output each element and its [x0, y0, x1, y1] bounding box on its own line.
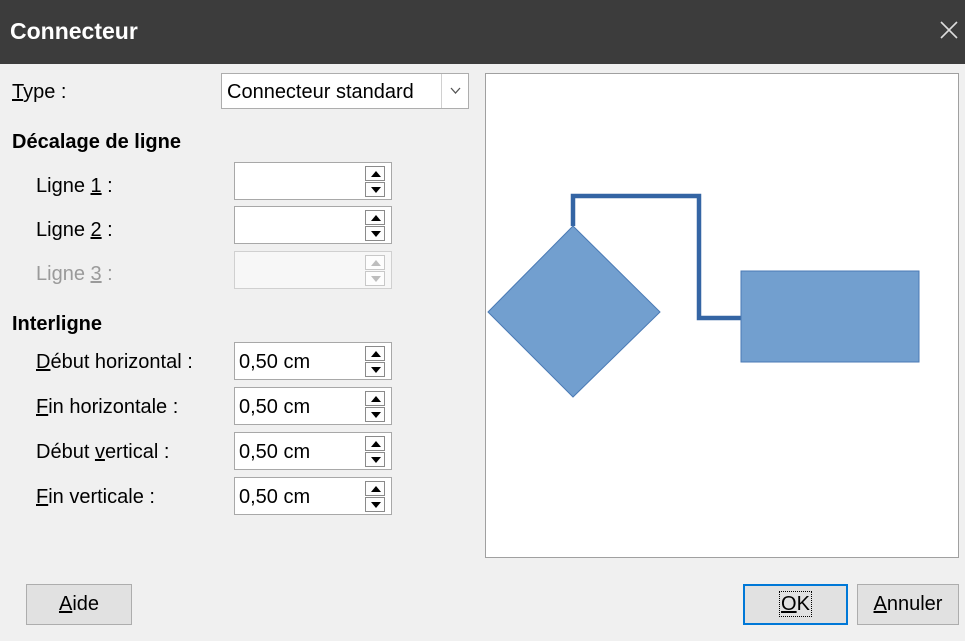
begin-horizontal-label: Début horizontal :: [36, 351, 193, 373]
preview-canvas: [487, 193, 920, 398]
line1-label: Ligne 1 :: [36, 175, 113, 197]
spin-down-icon[interactable]: [365, 182, 385, 197]
spin-down-icon: [365, 271, 385, 286]
spin-up-icon[interactable]: [365, 481, 385, 496]
end-horizontal-label: Fin horizontale :: [36, 396, 179, 418]
begin-vertical-label: Début vertical :: [36, 441, 170, 463]
spin-up-icon[interactable]: [365, 166, 385, 181]
title-bar: Connecteur: [0, 0, 965, 64]
ok-button[interactable]: OK: [743, 584, 848, 625]
line2-label: Ligne 2 :: [36, 219, 113, 241]
line3-label: Ligne 3 :: [36, 263, 113, 285]
type-label: Type :: [12, 81, 67, 103]
end-horizontal-spinfield[interactable]: 0,50 cm: [234, 387, 392, 425]
line-spacing-heading: Interligne: [12, 313, 103, 335]
spin-down-icon[interactable]: [365, 362, 385, 377]
chevron-down-icon[interactable]: [441, 74, 468, 108]
end-vertical-spinfield[interactable]: 0,50 cm: [234, 477, 392, 515]
spin-up-icon: [365, 255, 385, 270]
line1-spinfield[interactable]: [234, 162, 392, 200]
spin-up-icon[interactable]: [365, 346, 385, 361]
spin-up-icon[interactable]: [365, 391, 385, 406]
begin-vertical-spinfield[interactable]: 0,50 cm: [234, 432, 392, 470]
cancel-button[interactable]: Annuler: [857, 584, 959, 625]
end-horizontal-value[interactable]: 0,50 cm: [239, 393, 310, 421]
line-skew-heading: Décalage de ligne: [12, 131, 181, 153]
spin-up-icon[interactable]: [365, 436, 385, 451]
help-button[interactable]: Aide: [26, 584, 132, 625]
line2-spinfield[interactable]: [234, 206, 392, 244]
type-select[interactable]: Connecteur standard: [221, 73, 469, 109]
spin-up-icon[interactable]: [365, 210, 385, 225]
end-vertical-value[interactable]: 0,50 cm: [239, 483, 310, 511]
line3-spinfield: [234, 251, 392, 289]
spin-down-icon[interactable]: [365, 226, 385, 241]
diamond-shape: [487, 225, 661, 398]
spin-down-icon[interactable]: [365, 452, 385, 467]
begin-horizontal-spinfield[interactable]: 0,50 cm: [234, 342, 392, 380]
close-icon[interactable]: [937, 18, 961, 42]
begin-vertical-value[interactable]: 0,50 cm: [239, 438, 310, 466]
dialog-title: Connecteur: [10, 18, 138, 44]
begin-horizontal-value[interactable]: 0,50 cm: [239, 348, 310, 376]
type-select-value: Connecteur standard: [227, 81, 414, 103]
rectangle-shape: [740, 270, 920, 363]
connector-preview: [485, 73, 959, 558]
spin-down-icon[interactable]: [365, 407, 385, 422]
spin-down-icon[interactable]: [365, 497, 385, 512]
end-vertical-label: Fin verticale :: [36, 486, 155, 508]
